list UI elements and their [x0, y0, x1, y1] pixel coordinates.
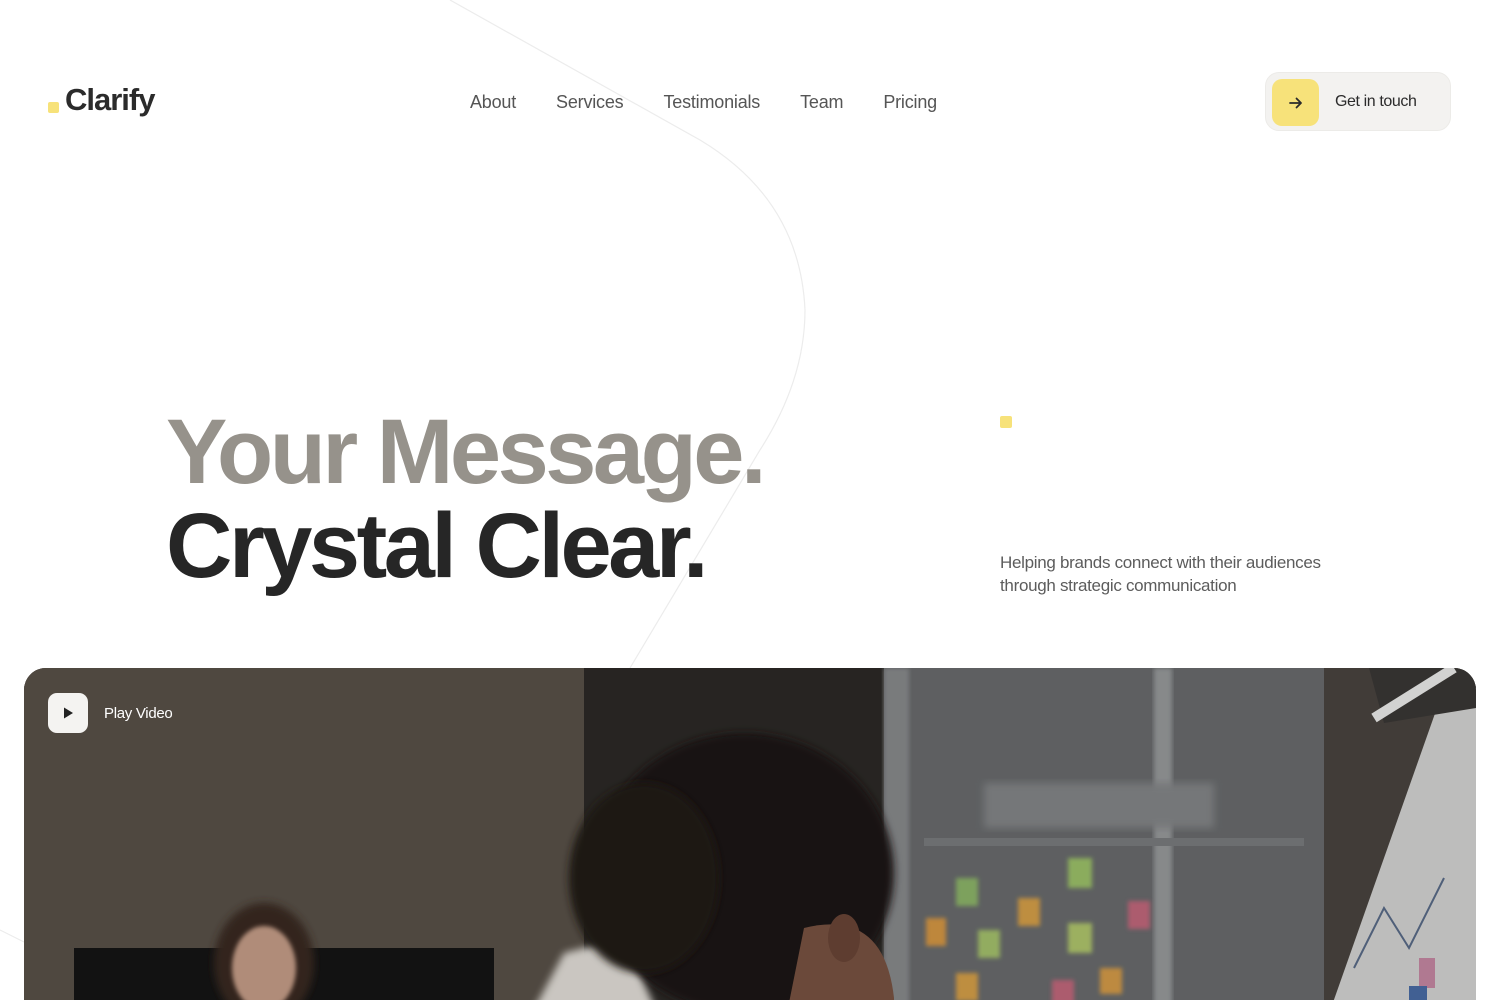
nav-link-about[interactable]: About [470, 90, 516, 114]
arrow-right-icon [1272, 79, 1319, 126]
hero-headline: Your Message. Crystal Clear. [166, 401, 767, 597]
video-thumbnail-image [24, 668, 1476, 1000]
nav-link-testimonials[interactable]: Testimonials [663, 90, 760, 114]
get-in-touch-label: Get in touch [1335, 93, 1417, 110]
headline-line-1: Your Message. [166, 401, 767, 503]
play-icon [64, 707, 73, 719]
accent-square-marker [1000, 416, 1012, 428]
nav-link-pricing[interactable]: Pricing [883, 90, 937, 114]
nav-link-services[interactable]: Services [556, 90, 624, 114]
logo-square-mark [48, 102, 59, 113]
headline-line-2: Crystal Clear. [166, 495, 709, 597]
get-in-touch-button[interactable]: Get in touch [1265, 72, 1451, 131]
play-button[interactable] [48, 693, 88, 733]
brand-logo[interactable]: Clarify [48, 82, 155, 118]
play-video-label: Play Video [104, 704, 173, 722]
main-navigation: About Services Testimonials Team Pricing [470, 90, 937, 114]
logo-wordmark: Clarify [65, 82, 155, 117]
landing-page: Clarify About Services Testimonials Team… [0, 0, 1500, 1000]
play-video-control[interactable]: Play Video [48, 693, 173, 733]
hero-video-panel[interactable]: Play Video [24, 668, 1476, 1000]
nav-link-team[interactable]: Team [800, 90, 843, 114]
hero-tagline: Helping brands connect with their audien… [1000, 553, 1321, 595]
